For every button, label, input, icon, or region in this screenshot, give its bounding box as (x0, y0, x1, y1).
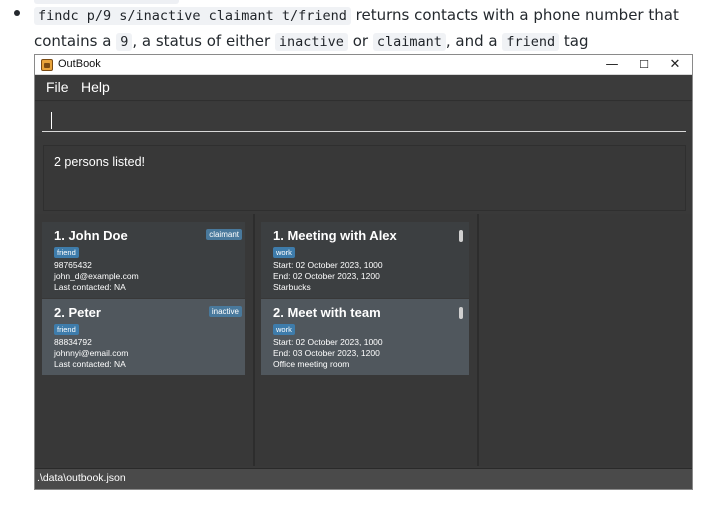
inactive-code: inactive (274, 33, 348, 51)
meeting-location: Starbucks (273, 282, 311, 292)
status-bar: .\data\outbook.json (35, 468, 692, 489)
doc-line-2-mid3: , and a (445, 32, 503, 50)
meeting-card[interactable]: 1. Meeting with Alex work Start: 02 Octo… (261, 222, 469, 298)
detail-panel (479, 214, 692, 466)
tag-badge: friend (54, 324, 79, 335)
person-name: 1. John Doe (54, 228, 128, 243)
tag-badge: work (273, 247, 295, 258)
window-title: OutBook (58, 58, 101, 70)
tag-badge: work (273, 324, 295, 335)
doc-line-1-text: returns contacts with a phone number tha… (350, 6, 679, 24)
meeting-start: Start: 02 October 2023, 1000 (273, 260, 383, 270)
meeting-title: 1. Meeting with Alex (273, 228, 397, 243)
claimant-code: claimant (372, 33, 446, 51)
doc-line-2: contains a 9, a status of either inactiv… (34, 30, 589, 53)
person-email: johnnyi@email.com (54, 348, 129, 358)
menu-help[interactable]: Help (81, 79, 110, 95)
documentation-text: findc p/9 s/inactive claimant t/friend r… (0, 0, 715, 55)
text-caret (51, 112, 52, 129)
meeting-end: End: 03 October 2023, 1200 (273, 348, 380, 358)
doc-line-2-pre: contains a (34, 32, 117, 50)
bullet-point (14, 10, 20, 16)
phone-code: 9 (116, 33, 133, 51)
friend-code: friend (502, 33, 560, 51)
person-phone: 98765432 (54, 260, 92, 270)
doc-line-2-mid1: , a status of either (132, 32, 275, 50)
menu-file[interactable]: File (46, 79, 69, 95)
menu-bar: File Help (35, 75, 692, 101)
person-last-contacted: Last contacted: NA (54, 282, 126, 292)
status-badge: inactive (208, 306, 242, 317)
meeting-start: Start: 02 October 2023, 1000 (273, 337, 383, 347)
meeting-list-panel[interactable]: 1. Meeting with Alex work Start: 02 Octo… (255, 214, 477, 466)
app-icon (41, 59, 53, 71)
tag-badge: friend (54, 247, 79, 258)
result-display: 2 persons listed! (43, 145, 686, 211)
card-scrollbar[interactable] (459, 230, 463, 242)
meeting-card[interactable]: 2. Meet with team work Start: 02 October… (261, 299, 469, 375)
save-file-path: .\data\outbook.json (37, 472, 126, 484)
minimize-button[interactable]: — (597, 55, 627, 75)
person-card[interactable]: 1. John Doe claimant friend 98765432 joh… (42, 222, 245, 298)
person-email: john_d@example.com (54, 271, 139, 281)
doc-line-2-mid2: or (347, 32, 373, 50)
person-card[interactable]: 2. Peter inactive friend 88834792 johnny… (42, 299, 245, 375)
result-message: 2 persons listed! (54, 155, 146, 169)
person-name: 2. Peter (54, 305, 101, 320)
maximize-button[interactable]: ☐ (629, 55, 659, 75)
list-panels: 1. John Doe claimant friend 98765432 joh… (35, 214, 692, 466)
card-scrollbar[interactable] (459, 307, 463, 319)
title-bar[interactable]: OutBook — ☐ ✕ (35, 55, 692, 75)
meeting-title: 2. Meet with team (273, 305, 381, 320)
doc-line-2-post: tag (559, 32, 589, 50)
close-button[interactable]: ✕ (660, 55, 690, 75)
outbook-window: OutBook — ☐ ✕ File Help 2 persons listed… (34, 54, 693, 490)
person-phone: 88834792 (54, 337, 92, 347)
meeting-location: Office meeting room (273, 359, 350, 369)
person-list-panel[interactable]: 1. John Doe claimant friend 98765432 joh… (35, 214, 253, 466)
person-last-contacted: Last contacted: NA (54, 359, 126, 369)
doc-line-1: findc p/9 s/inactive claimant t/friend r… (34, 4, 679, 27)
findc-command-code: findc p/9 s/inactive claimant t/friend (34, 7, 351, 25)
command-box (35, 102, 692, 136)
command-input[interactable] (42, 108, 686, 132)
status-badge: claimant (206, 229, 242, 240)
meeting-end: End: 02 October 2023, 1200 (273, 271, 380, 281)
